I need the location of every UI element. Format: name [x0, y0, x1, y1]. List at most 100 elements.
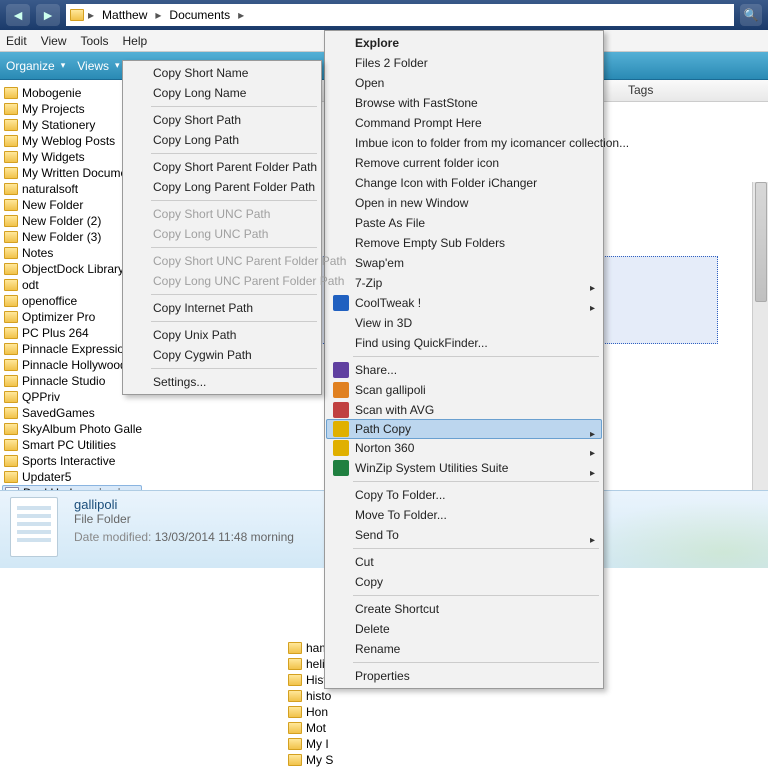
item-label: Smart PC Utilities [22, 438, 116, 452]
address-breadcrumb[interactable]: ▸ Matthew ▸ Documents ▸ [66, 4, 734, 26]
list-item[interactable]: naturalsoft [2, 181, 142, 197]
menu-item[interactable]: Explore [327, 33, 601, 53]
list-item[interactable]: Updater5 [2, 469, 142, 485]
list-item[interactable]: SavedGames [2, 405, 142, 421]
list-item[interactable]: Pinnacle Studio [2, 373, 142, 389]
menu-item-label: Scan with AVG [355, 403, 434, 417]
list-item[interactable]: New Folder (2) [2, 213, 142, 229]
list-item[interactable]: New Folder (3) [2, 229, 142, 245]
list-item[interactable]: QPPriv [2, 389, 142, 405]
list-item[interactable]: My Widgets [2, 149, 142, 165]
list-item[interactable]: Notes [2, 245, 142, 261]
pathcopy-submenu[interactable]: Copy Short NameCopy Long Name Copy Short … [122, 60, 322, 395]
menu-item[interactable]: Copy [327, 572, 601, 592]
list-item[interactable]: Sports Interactive [2, 453, 142, 469]
menu-item: Copy Short UNC Path [125, 204, 319, 224]
menu-item[interactable]: Norton 360 [327, 438, 601, 458]
list-item[interactable]: Hon [288, 704, 328, 720]
menu-item[interactable]: Command Prompt Here [327, 113, 601, 133]
menu-edit[interactable]: Edit [6, 34, 27, 48]
breadcrumb-segment[interactable]: Matthew [98, 8, 151, 22]
menu-item[interactable]: Copy Short Name [125, 63, 319, 83]
list-item[interactable]: openoffice [2, 293, 142, 309]
menu-item[interactable]: Copy Long Path [125, 130, 319, 150]
menu-item[interactable]: Paste As File [327, 213, 601, 233]
menu-item[interactable]: Open in new Window [327, 193, 601, 213]
menu-item[interactable]: Remove current folder icon [327, 153, 601, 173]
list-item[interactable]: New Folder [2, 197, 142, 213]
menu-item[interactable]: Rename [327, 639, 601, 659]
nav-forward-button[interactable]: ► [36, 4, 60, 26]
menu-item[interactable]: Scan with AVG [327, 400, 601, 420]
menu-item[interactable]: WinZip System Utilities Suite [327, 458, 601, 478]
folder-icon [4, 199, 18, 211]
nav-back-button[interactable]: ◄ [6, 4, 30, 26]
menu-view[interactable]: View [41, 34, 67, 48]
menu-item[interactable]: Properties [327, 666, 601, 686]
menu-item-label: Copy Long Path [153, 133, 239, 147]
list-item[interactable]: Mot [288, 720, 328, 736]
list-item[interactable]: Optimizer Pro [2, 309, 142, 325]
menu-item[interactable]: Copy Cygwin Path [125, 345, 319, 365]
menu-item-label: Browse with FastStone [355, 96, 478, 110]
menu-item[interactable]: Copy Short Parent Folder Path [125, 157, 319, 177]
menu-help[interactable]: Help [123, 34, 148, 48]
breadcrumb-segment[interactable]: Documents [165, 8, 234, 22]
menu-item[interactable]: Cut [327, 552, 601, 572]
menu-item[interactable]: 7-Zip [327, 273, 601, 293]
menu-item[interactable]: Move To Folder... [327, 505, 601, 525]
organize-button[interactable]: Organize [6, 59, 65, 73]
menu-tools[interactable]: Tools [80, 34, 108, 48]
scrollbar-thumb[interactable] [755, 182, 767, 302]
menu-item[interactable]: Send To [327, 525, 601, 545]
list-item[interactable]: Mobogenie [2, 85, 142, 101]
menu-item-label: Open in new Window [355, 196, 468, 210]
menu-item[interactable]: Change Icon with Folder iChanger [327, 173, 601, 193]
list-item[interactable]: Hist [288, 672, 328, 688]
menu-item[interactable]: Copy Long Name [125, 83, 319, 103]
menu-item[interactable]: Delete [327, 619, 601, 639]
menu-item[interactable]: Settings... [125, 372, 319, 392]
menu-item[interactable]: Swap'em [327, 253, 601, 273]
menu-item[interactable]: Copy Internet Path [125, 298, 319, 318]
menu-item[interactable]: Imbue icon to folder from my icomancer c… [327, 133, 601, 153]
menu-item[interactable]: View in 3D [327, 313, 601, 333]
search-icon[interactable]: 🔍 [740, 4, 762, 26]
list-item[interactable]: My Weblog Posts [2, 133, 142, 149]
list-item[interactable]: SkyAlbum Photo Gallery Builder [2, 421, 142, 437]
menu-item[interactable]: Files 2 Folder [327, 53, 601, 73]
list-item[interactable]: My Written Documents [2, 165, 142, 181]
menu-item[interactable]: Copy Long Parent Folder Path [125, 177, 319, 197]
vertical-scrollbar[interactable] [752, 182, 768, 490]
menu-item-label: 7-Zip [355, 276, 382, 290]
list-item[interactable]: My Projects [2, 101, 142, 117]
list-item[interactable]: My S [288, 752, 328, 768]
list-item[interactable]: ObjectDock Library [2, 261, 142, 277]
menu-item[interactable]: Scan gallipoli [327, 380, 601, 400]
list-item[interactable]: ham [288, 640, 328, 656]
menu-item[interactable]: Copy To Folder... [327, 485, 601, 505]
menu-item[interactable]: Copy Short Path [125, 110, 319, 130]
list-item[interactable]: My Stationery [2, 117, 142, 133]
menu-item-label: CoolTweak ! [355, 296, 421, 310]
menu-item[interactable]: Open [327, 73, 601, 93]
list-item[interactable]: odt [2, 277, 142, 293]
list-item[interactable]: PC Plus 264 [2, 325, 142, 341]
menu-item[interactable]: Create Shortcut [327, 599, 601, 619]
menu-item[interactable]: CoolTweak ! [327, 293, 601, 313]
menu-item[interactable]: Remove Empty Sub Folders [327, 233, 601, 253]
list-item[interactable]: Pinnacle Expression [2, 341, 142, 357]
list-item[interactable]: helic [288, 656, 328, 672]
list-item[interactable]: Smart PC Utilities [2, 437, 142, 453]
menu-item[interactable]: Copy Unix Path [125, 325, 319, 345]
context-menu[interactable]: ExploreFiles 2 FolderOpen Browse with Fas… [324, 30, 604, 689]
menu-item[interactable]: Share... [327, 360, 601, 380]
item-label: My I [306, 737, 329, 751]
list-item[interactable]: Pinnacle Hollywood FX for Studio [2, 357, 142, 373]
list-item[interactable]: histo [288, 688, 328, 704]
menu-item[interactable]: Find using QuickFinder... [327, 333, 601, 353]
menu-item[interactable]: Path Copy [326, 419, 602, 439]
views-button[interactable]: Views [77, 59, 119, 73]
menu-item[interactable]: Browse with FastStone [327, 93, 601, 113]
list-item[interactable]: My I [288, 736, 328, 752]
